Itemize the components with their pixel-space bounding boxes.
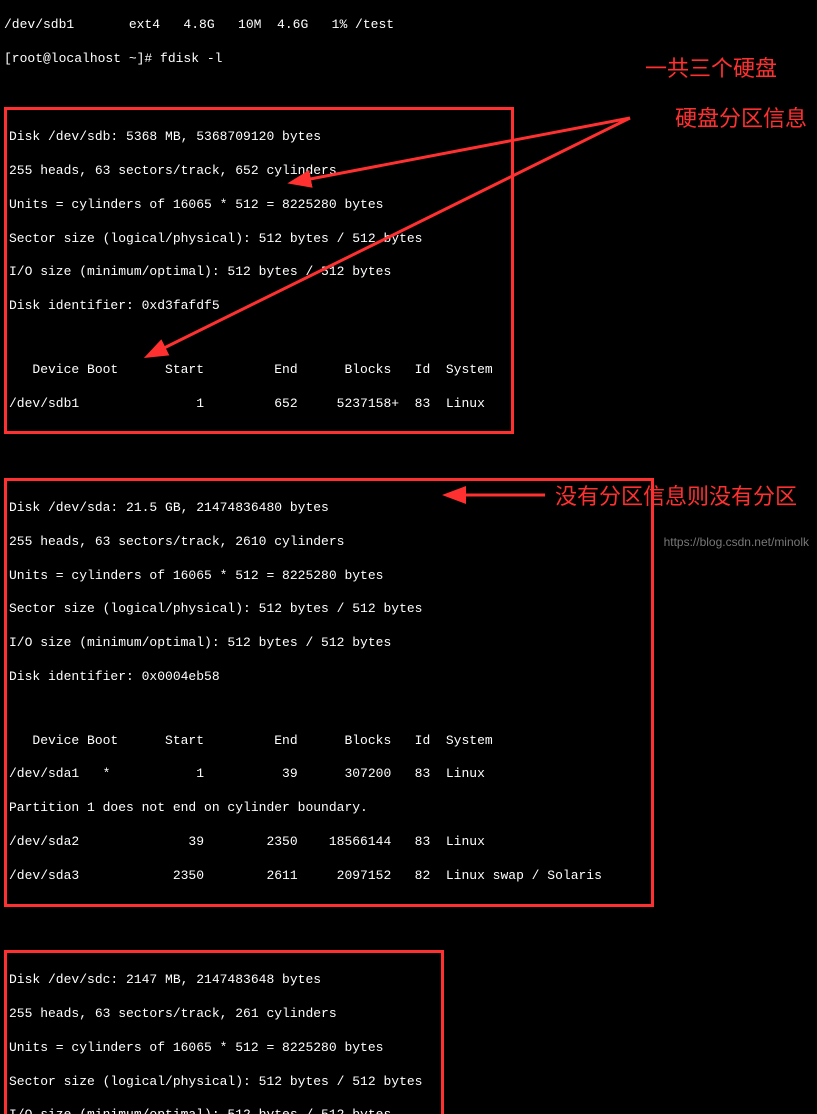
sda-geom: 255 heads, 63 sectors/track, 2610 cylind… <box>9 534 649 551</box>
annotation-no-partition: 没有分区信息则没有分区 <box>555 483 797 512</box>
sda-row3: /dev/sda3 2350 2611 2097152 82 Linux swa… <box>9 868 649 885</box>
sdb-io: I/O size (minimum/optimal): 512 bytes / … <box>9 264 509 281</box>
disk-sda-block: Disk /dev/sda: 21.5 GB, 21474836480 byte… <box>4 478 654 906</box>
sda-cols: Device Boot Start End Blocks Id System <box>9 733 649 750</box>
sda-note: Partition 1 does not end on cylinder bou… <box>9 800 649 817</box>
sdb-header: Disk /dev/sdb: 5368 MB, 5368709120 bytes <box>9 129 509 146</box>
sdb-sector: Sector size (logical/physical): 512 byte… <box>9 231 509 248</box>
disk-sdb-block: Disk /dev/sdb: 5368 MB, 5368709120 bytes… <box>4 107 514 434</box>
sdc-header: Disk /dev/sdc: 2147 MB, 2147483648 bytes <box>9 972 439 989</box>
sdb-ident: Disk identifier: 0xd3fafdf5 <box>9 298 509 315</box>
mount-line: /dev/sdb1 ext4 4.8G 10M 4.6G 1% /test <box>4 17 813 34</box>
sdc-units: Units = cylinders of 16065 * 512 = 82252… <box>9 1040 439 1057</box>
sda-row2: /dev/sda2 39 2350 18566144 83 Linux <box>9 834 649 851</box>
watermark: https://blog.csdn.net/minolk <box>664 535 809 551</box>
sdb-units: Units = cylinders of 16065 * 512 = 82252… <box>9 197 509 214</box>
sdb-row1: /dev/sdb1 1 652 5237158+ 83 Linux <box>9 396 509 413</box>
annotation-three-disks: 一共三个硬盘 <box>645 55 777 84</box>
sdc-sector: Sector size (logical/physical): 512 byte… <box>9 1074 439 1091</box>
sdb-cols: Device Boot Start End Blocks Id System <box>9 362 509 379</box>
sdb-geom: 255 heads, 63 sectors/track, 652 cylinde… <box>9 163 509 180</box>
sda-ident: Disk identifier: 0x0004eb58 <box>9 669 649 686</box>
sda-sector: Sector size (logical/physical): 512 byte… <box>9 601 649 618</box>
sdc-io: I/O size (minimum/optimal): 512 bytes / … <box>9 1107 439 1114</box>
terminal-output: /dev/sdb1 ext4 4.8G 10M 4.6G 1% /test [r… <box>0 0 817 1114</box>
sda-header: Disk /dev/sda: 21.5 GB, 21474836480 byte… <box>9 500 649 517</box>
disk-sdc-block: Disk /dev/sdc: 2147 MB, 2147483648 bytes… <box>4 950 444 1114</box>
sdc-geom: 255 heads, 63 sectors/track, 261 cylinde… <box>9 1006 439 1023</box>
sda-io: I/O size (minimum/optimal): 512 bytes / … <box>9 635 649 652</box>
annotation-partition-info: 硬盘分区信息 <box>675 105 807 134</box>
sda-units: Units = cylinders of 16065 * 512 = 82252… <box>9 568 649 585</box>
sda-row1: /dev/sda1 * 1 39 307200 83 Linux <box>9 766 649 783</box>
